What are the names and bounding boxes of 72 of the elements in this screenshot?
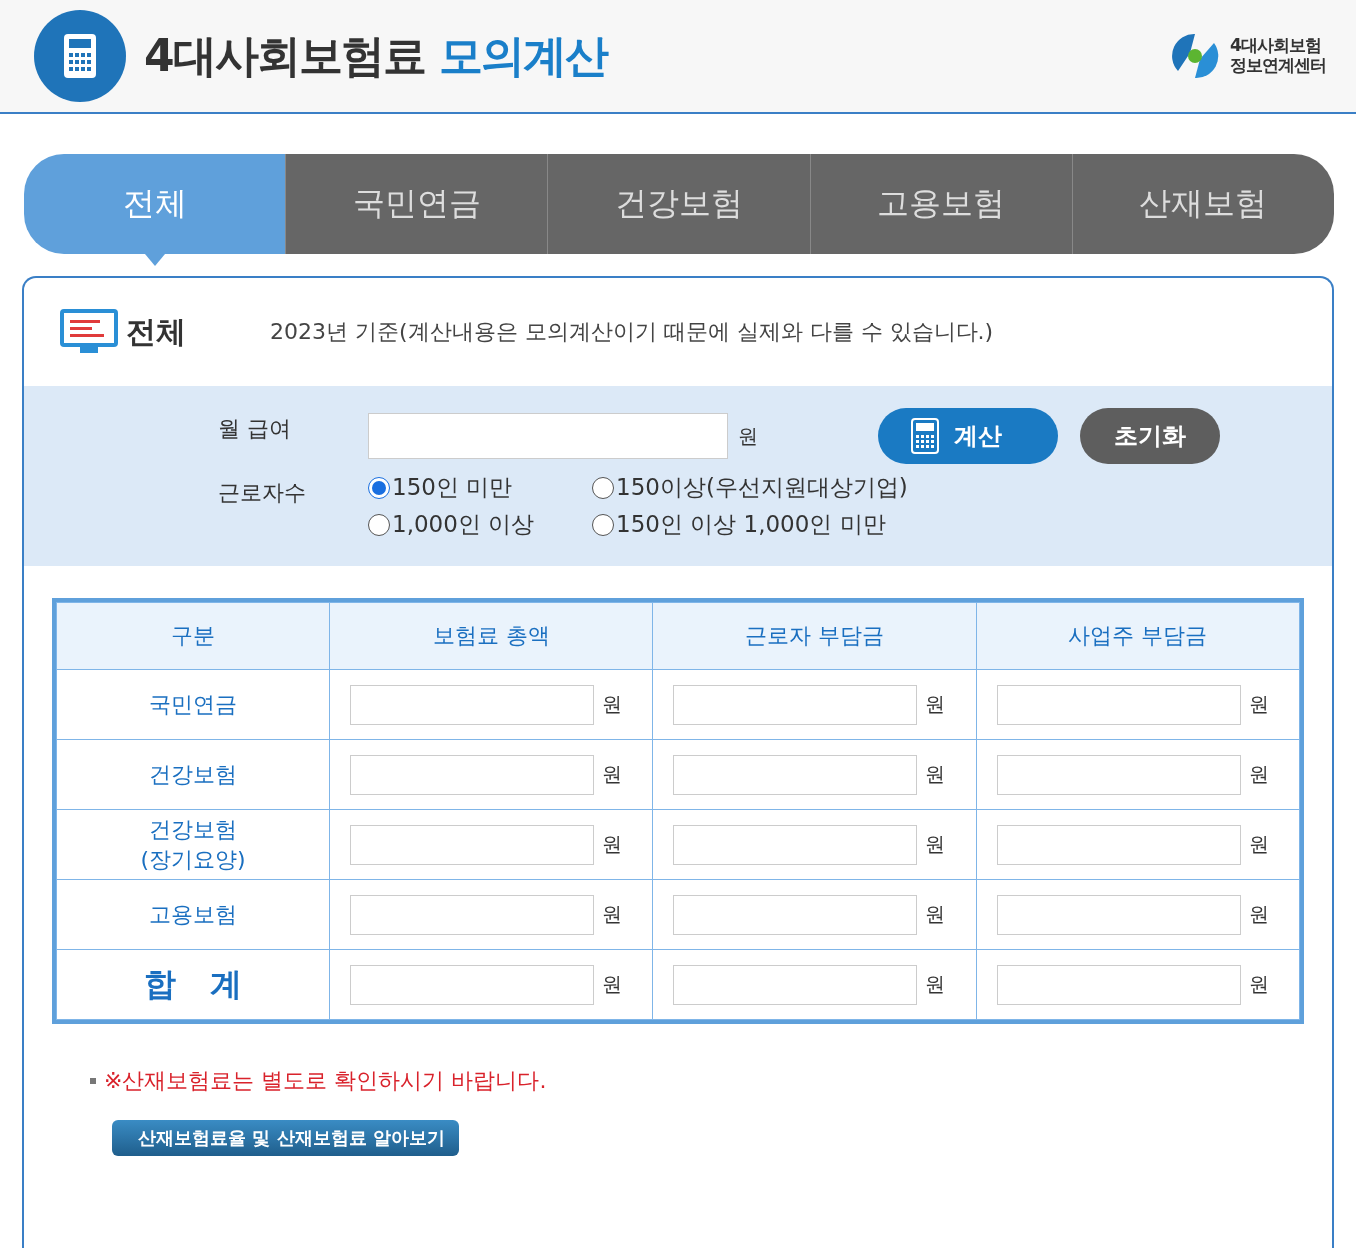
monitor-icon [60, 309, 118, 355]
amount-field[interactable] [350, 894, 594, 935]
row-label: 국민연금 [56, 669, 330, 740]
row-label: 고용보험 [56, 879, 330, 950]
radio-button[interactable] [368, 513, 390, 536]
unit-label: 원 [602, 761, 622, 788]
amount-field[interactable] [673, 754, 918, 795]
radio-button[interactable] [592, 476, 614, 499]
option-label: 150이상(우선지원대상기업) [616, 473, 908, 502]
amount-field[interactable] [350, 684, 594, 725]
unit-label: 원 [925, 971, 946, 998]
reset-button[interactable]: 초기화 [1080, 408, 1220, 464]
unit-label: 원 [1248, 831, 1269, 858]
unit-label: 원 [602, 831, 622, 858]
tab-pointer-icon [145, 254, 165, 266]
radio-button[interactable] [368, 476, 390, 499]
calculator-icon [910, 418, 940, 454]
amount-field[interactable] [996, 894, 1241, 935]
unit-label: 원 [925, 831, 946, 858]
calculator-icon [34, 10, 126, 102]
field-label: 월 급여 [218, 415, 292, 443]
unit-label: 원 [1248, 761, 1269, 788]
option-label: 150인 미만 [392, 473, 513, 502]
calculate-button[interactable]: 계산 [878, 408, 1058, 464]
unit-label: 원 [925, 901, 946, 928]
bullet-icon [90, 1078, 96, 1084]
notice-text: ※산재보험료는 별도로 확인하시기 바랍니다. [104, 1067, 547, 1095]
logo-text: 4대사회보험 [1230, 36, 1322, 56]
column-header: 보험료 총액 [329, 602, 653, 670]
radio-button[interactable] [592, 513, 614, 536]
page-title-accent: 모의계산 [438, 28, 607, 83]
amount-field[interactable] [350, 824, 594, 865]
category-tab[interactable]: 고용보험 [809, 154, 1072, 254]
row-label: 건강보험 [56, 739, 330, 810]
industrial-insurance-link-button[interactable]: 산재보험료율 및 산재보험료 알아보기 [112, 1120, 459, 1156]
unit-label: 원 [738, 422, 758, 450]
logo-text: 정보연계센터 [1230, 56, 1326, 76]
unit-label: 원 [602, 691, 622, 718]
unit-label: 원 [925, 761, 946, 788]
amount-field[interactable] [673, 964, 918, 1005]
unit-label: 원 [925, 691, 946, 718]
unit-label: 원 [1248, 971, 1269, 998]
amount-field[interactable] [996, 964, 1241, 1005]
column-header: 근로자 부담금 [652, 602, 977, 670]
amount-field[interactable] [673, 684, 918, 725]
unit-label: 원 [1248, 691, 1269, 718]
field-label: 근로자수 [218, 479, 307, 507]
row-label: 건강보험 (장기요양) [56, 809, 330, 880]
logo-icon [1170, 31, 1220, 81]
salary-input-field[interactable] [368, 413, 728, 459]
category-tab[interactable]: 산재보험 [1071, 154, 1334, 254]
amount-field[interactable] [996, 684, 1241, 725]
amount-field[interactable] [350, 964, 594, 1005]
amount-field[interactable] [996, 824, 1241, 865]
basis-note: 2023년 기준(계산내용은 모의계산이기 때문에 실제와 다를 수 있습니다.) [270, 318, 994, 346]
column-header: 구분 [56, 602, 330, 670]
amount-field[interactable] [996, 754, 1241, 795]
page-title: 4대사회보험료 [144, 28, 425, 83]
unit-label: 원 [602, 901, 622, 928]
column-header: 사업주 부담금 [976, 602, 1300, 670]
unit-label: 원 [1248, 901, 1269, 928]
category-tab[interactable]: 전체 [24, 154, 286, 254]
amount-field[interactable] [673, 894, 918, 935]
amount-field[interactable] [350, 754, 594, 795]
option-label: 150인 이상 1,000인 미만 [616, 510, 886, 539]
category-tab[interactable]: 건강보험 [547, 154, 810, 254]
section-heading: 전체 [126, 312, 186, 351]
option-label: 1,000인 이상 [392, 510, 535, 539]
category-tab[interactable]: 국민연금 [285, 154, 548, 254]
amount-field[interactable] [673, 824, 918, 865]
unit-label: 원 [602, 971, 622, 998]
row-label: 합 계 [56, 949, 330, 1020]
